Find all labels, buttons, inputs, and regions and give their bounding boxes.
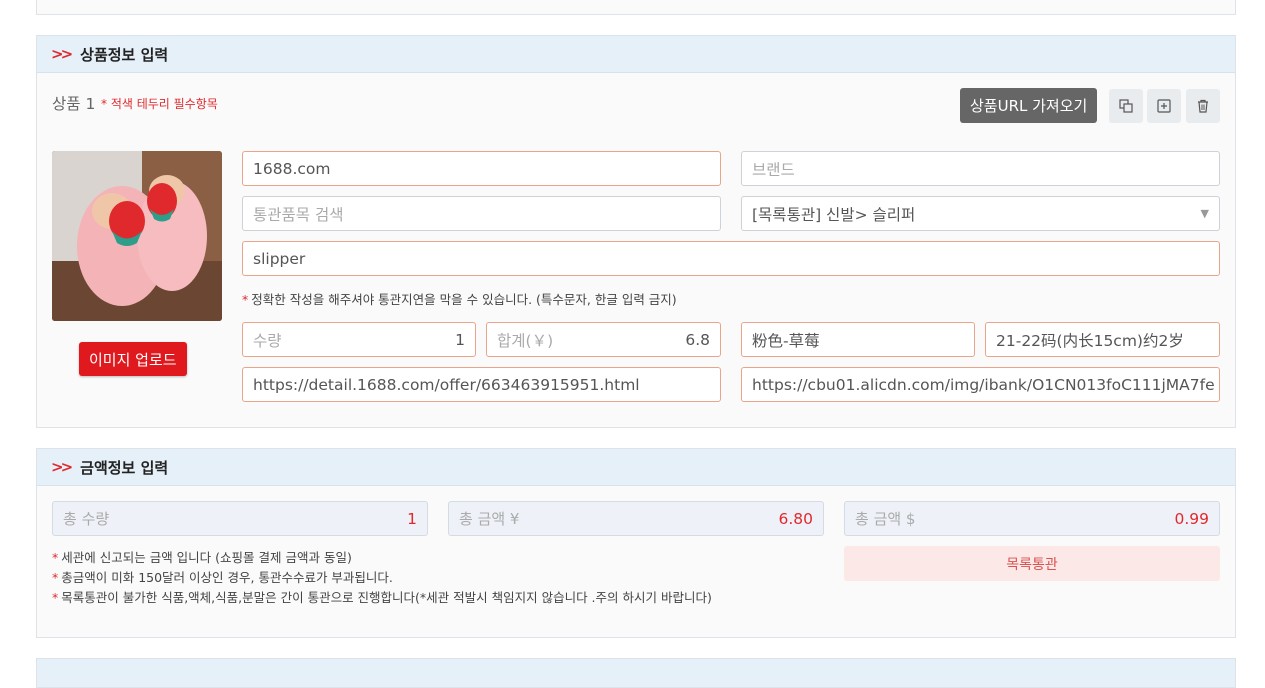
- amount-note-2: * 총금액이 미화 150달러 이상인 경우, 통관수수료가 부과됩니다.: [52, 567, 393, 586]
- amount-note-text-1: 세관에 신고되는 금액 입니다 (쇼핑몰 결제 금액과 동일): [61, 550, 352, 565]
- brand-placeholder: 브랜드: [752, 160, 795, 179]
- product-url-field[interactable]: https://detail.1688.com/offer/6634639159…: [242, 367, 721, 402]
- item-total-value: 6.8: [685, 330, 710, 349]
- product-warning-text: 정확한 작성을 해주셔야 통관지연을 막을 수 있습니다. (특수문자, 한글 …: [251, 292, 677, 307]
- required-star: *: [52, 570, 59, 585]
- size-option-field[interactable]: 21-22码(内长15cm)约2岁: [985, 322, 1220, 357]
- previous-section-panel: [36, 0, 1236, 15]
- customs-search-placeholder: 통관품목 검색: [253, 205, 344, 224]
- image-url-field[interactable]: https://cbu01.alicdn.com/img/ibank/O1CN0…: [741, 367, 1220, 402]
- slipper-photo: [52, 151, 222, 321]
- double-chevron-icon: >>: [51, 45, 73, 63]
- quantity-label: 수량: [253, 331, 282, 350]
- amount-info-panel: >> 금액정보 입력 총 수량 1 총 금액 ¥ 6.80 총 금액 $ 0.9…: [36, 448, 1236, 638]
- total-yuan-label: 총 금액 ¥: [459, 510, 520, 528]
- required-star: *: [242, 292, 249, 307]
- item-total-label: 합계(￥): [497, 331, 554, 350]
- item-total-field[interactable]: 합계(￥) 6.8: [486, 322, 721, 357]
- site-field[interactable]: 1688.com: [242, 151, 721, 186]
- chevron-down-icon: ▼: [1200, 207, 1209, 220]
- customs-search-field[interactable]: 통관품목 검색: [242, 196, 721, 231]
- delete-item-button[interactable]: [1186, 89, 1220, 123]
- total-yuan-field: 총 금액 ¥ 6.80: [448, 501, 824, 536]
- brand-field[interactable]: 브랜드: [741, 151, 1220, 186]
- product-warning: * 정확한 작성을 해주셔야 통관지연을 막을 수 있습니다. (특수문자, 한글…: [242, 289, 677, 308]
- product-name-value: slipper: [253, 249, 306, 268]
- product-info-panel: >> 상품정보 입력 상품 1 * 적색 테두리 필수항목 상품URL 가져오기: [36, 35, 1236, 428]
- double-chevron-icon: >>: [51, 458, 73, 476]
- amount-note-text-2: 총금액이 미화 150달러 이상인 경우, 통관수수료가 부과됩니다.: [61, 570, 393, 585]
- image-upload-button[interactable]: 이미지 업로드: [79, 342, 187, 376]
- product-info-header: >> 상품정보 입력: [37, 36, 1235, 73]
- fetch-url-button[interactable]: 상품URL 가져오기: [960, 88, 1098, 123]
- total-usd-value: 0.99: [1174, 509, 1209, 528]
- total-yuan-value: 6.80: [778, 509, 813, 528]
- quantity-field[interactable]: 수량 1: [242, 322, 476, 357]
- image-url-value: https://cbu01.alicdn.com/img/ibank/O1CN0…: [752, 375, 1215, 394]
- customs-category-select[interactable]: [목록통관] 신발> 슬리퍼 ▼: [741, 196, 1220, 231]
- copy-item-button[interactable]: [1109, 89, 1143, 123]
- site-value: 1688.com: [253, 159, 331, 178]
- next-section-panel: [36, 658, 1236, 688]
- amount-note-3: * 목록통관이 불가한 식품,액체,식품,분말은 간이 통관으로 진행합니다(*세…: [52, 587, 712, 606]
- total-usd-field: 총 금액 $ 0.99: [844, 501, 1220, 536]
- required-star: *: [52, 590, 59, 605]
- item-label: 상품 1: [52, 95, 96, 113]
- required-star: *: [52, 550, 59, 565]
- size-option-value: 21-22码(内长15cm)约2岁: [996, 331, 1184, 350]
- plus-square-icon: [1157, 99, 1171, 113]
- amount-info-header: >> 금액정보 입력: [37, 449, 1235, 486]
- product-url-value: https://detail.1688.com/offer/6634639159…: [253, 375, 640, 394]
- amount-info-title: 금액정보 입력: [80, 458, 169, 477]
- trash-icon: [1198, 99, 1208, 113]
- quantity-value: 1: [455, 330, 465, 349]
- amount-note-1: * 세관에 신고되는 금액 입니다 (쇼핑몰 결제 금액과 동일): [52, 547, 352, 566]
- customs-type-badge: 목록통관: [844, 546, 1220, 581]
- copy-icon: [1119, 99, 1133, 113]
- product-info-title: 상품정보 입력: [80, 45, 169, 64]
- color-option-field[interactable]: 粉色-草莓: [741, 322, 975, 357]
- total-quantity-label: 총 수량: [63, 510, 110, 528]
- product-image: [52, 151, 222, 321]
- total-quantity-value: 1: [407, 509, 417, 528]
- total-usd-label: 총 금액 $: [855, 510, 916, 528]
- total-quantity-field: 총 수량 1: [52, 501, 428, 536]
- color-option-value: 粉色-草莓: [752, 331, 820, 350]
- required-note: * 적색 테두리 필수항목: [101, 97, 218, 111]
- customs-category-value: [목록통관] 신발> 슬리퍼: [752, 205, 916, 224]
- amount-note-text-3: 목록통관이 불가한 식품,액체,식품,분말은 간이 통관으로 진행합니다(*세관…: [61, 590, 712, 605]
- add-item-button[interactable]: [1147, 89, 1181, 123]
- product-name-field[interactable]: slipper: [242, 241, 1220, 276]
